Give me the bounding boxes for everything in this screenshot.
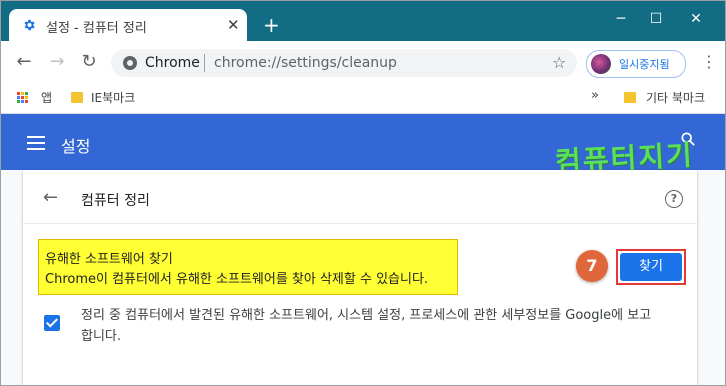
profile-button[interactable]: 일시중지됨 xyxy=(586,50,686,78)
maximize-button[interactable]: ☐ xyxy=(641,9,671,29)
settings-gear-icon xyxy=(24,19,35,31)
report-checkbox-label-continued: 합니다. xyxy=(81,329,122,344)
tab-strip: 설정 - 컴퓨터 정리 ✕ + ─ ☐ ✕ xyxy=(1,1,725,41)
find-software-section: 유해한 소프트웨어 찾기 Chrome이 컴퓨터에서 유해한 소프트웨어를 찾아… xyxy=(38,239,458,295)
back-arrow-icon[interactable]: ← xyxy=(43,187,58,208)
profile-status: 일시중지됨 xyxy=(619,58,670,71)
bookmarks-overflow-icon[interactable]: » xyxy=(591,88,599,103)
url-text[interactable]: chrome://settings/cleanup xyxy=(214,55,397,71)
back-button[interactable]: ← xyxy=(13,51,35,73)
bookmarks-bar: 앱 IE북마크 » 기타 북마크 xyxy=(1,83,725,114)
help-icon[interactable]: ? xyxy=(665,190,683,208)
browser-window: 설정 - 컴퓨터 정리 ✕ + ─ ☐ ✕ ← → ↻ Chrome chrom… xyxy=(0,0,726,386)
avatar xyxy=(591,54,611,74)
browser-toolbar: ← → ↻ Chrome chrome://settings/cleanup ☆… xyxy=(1,41,725,83)
page-title: 컴퓨터 정리 xyxy=(81,193,150,209)
bookmark-star-icon[interactable]: ☆ xyxy=(552,53,566,72)
address-bar[interactable]: Chrome chrome://settings/cleanup ☆ xyxy=(111,49,577,77)
reload-button[interactable]: ↻ xyxy=(78,51,100,73)
forward-button[interactable]: → xyxy=(46,51,68,73)
chrome-page-icon xyxy=(123,56,137,70)
folder-icon xyxy=(71,92,83,103)
find-button[interactable]: 찾기 xyxy=(620,253,682,281)
site-label: Chrome xyxy=(145,55,200,71)
divider xyxy=(23,223,697,224)
bookmark-other-folder[interactable]: 기타 북마크 xyxy=(646,89,705,106)
address-separator xyxy=(204,54,205,72)
step-number-badge: 7 xyxy=(576,250,608,282)
checkmark-icon xyxy=(45,315,59,328)
report-to-google-checkbox[interactable] xyxy=(44,315,60,331)
find-button-highlight: 찾기 xyxy=(616,249,686,285)
menu-icon[interactable] xyxy=(27,136,45,150)
folder-icon xyxy=(624,92,636,103)
find-software-description: Chrome이 컴퓨터에서 유해한 소프트웨어를 찾아 삭제할 수 있습니다. xyxy=(45,272,429,287)
apps-grid-icon[interactable] xyxy=(17,92,29,104)
more-menu-icon[interactable]: ⋮ xyxy=(701,53,717,71)
find-software-title: 유해한 소프트웨어 찾기 xyxy=(45,252,173,267)
bookmark-apps[interactable]: 앱 xyxy=(41,89,52,106)
new-tab-button[interactable]: + xyxy=(263,15,280,35)
minimize-button[interactable]: ─ xyxy=(606,9,636,29)
settings-title: 설정 xyxy=(61,137,91,156)
tab-close-icon[interactable]: ✕ xyxy=(227,16,240,34)
bookmark-ie-folder[interactable]: IE북마크 xyxy=(91,89,135,106)
report-checkbox-label: 정리 중 컴퓨터에서 발견된 유해한 소프트웨어, 시스템 설정, 프로세스에 … xyxy=(81,308,652,323)
tab-settings-cleanup[interactable]: 설정 - 컴퓨터 정리 ✕ xyxy=(9,9,247,41)
window-close-button[interactable]: ✕ xyxy=(681,9,711,29)
tab-title: 설정 - 컴퓨터 정리 xyxy=(46,21,147,36)
